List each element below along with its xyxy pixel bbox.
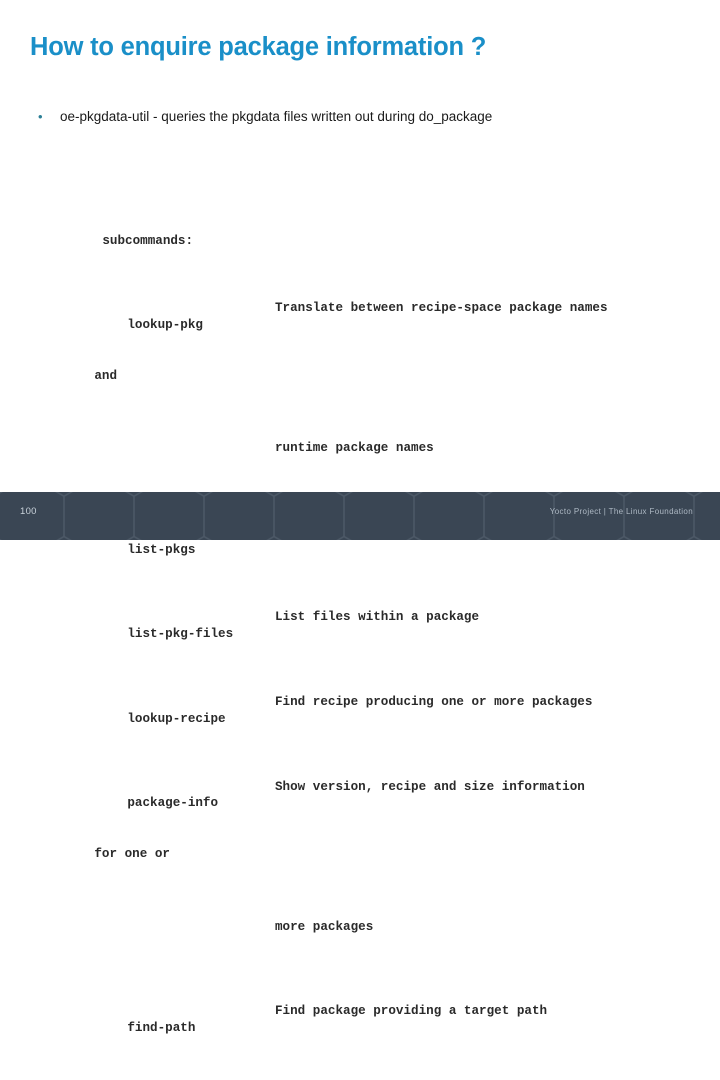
subcommand-continuation-left: and — [94, 368, 118, 383]
help-entry-row: find-path Find package providing a targe… — [57, 1003, 697, 1035]
slide-footer: 100 Yocto Project | The Linux Foundation — [0, 492, 720, 540]
footer-brand-label: Yocto Project | The Linux Foundation — [549, 507, 693, 516]
subcommand-name: list-pkg-files — [127, 627, 234, 642]
subcommand-description: Find package providing a target path — [275, 1004, 548, 1019]
help-entry-continuation-row: for one or — [57, 829, 697, 861]
subcommand-continuation-right: more packages — [275, 919, 374, 934]
hexagon-pattern-icon — [0, 492, 720, 540]
subcommand-name: package-info — [127, 796, 219, 811]
help-spacer — [57, 402, 697, 407]
help-spacer — [57, 880, 697, 885]
subcommand-description: Find recipe producing one or more packag… — [275, 695, 593, 709]
help-output-block: subcommands: lookup-pkg Translate betwee… — [57, 165, 697, 1080]
subcommand-description: List files within a package — [275, 610, 480, 625]
subcommand-name: lookup-recipe — [127, 711, 226, 726]
help-entry-row: package-info Show version, recipe and si… — [57, 779, 697, 811]
subcommand-continuation-left: for one or — [94, 847, 170, 862]
subcommand-description: Translate between recipe-space package n… — [275, 301, 608, 316]
page-title: How to enquire package information ? — [30, 33, 487, 61]
subcommand-name: find-path — [127, 1021, 196, 1036]
subcommand-name: lookup-pkg — [127, 318, 203, 333]
subcommand-continuation-right: runtime package names — [275, 441, 434, 456]
slide: How to enquire package information ? • o… — [0, 0, 720, 1035]
bullet-point-icon: • — [38, 109, 43, 124]
bullet-item-label: oe-pkgdata-util - queries the pkgdata fi… — [60, 109, 493, 124]
help-entry-continuation-row: more packages — [57, 919, 697, 936]
page-number: 100 — [20, 506, 37, 517]
subcommand-description: Show version, recipe and size informatio… — [275, 779, 585, 794]
subcommand-name: list-pkgs — [127, 542, 196, 557]
help-entry-row: lookup-pkg Translate between recipe-spac… — [57, 300, 697, 332]
help-entry-continuation-row: and — [57, 351, 697, 383]
bullet-list-item: • oe-pkgdata-util - queries the pkgdata … — [30, 108, 690, 126]
help-output-header-line: subcommands: — [57, 216, 697, 248]
help-entry-continuation-row: runtime package names — [57, 440, 697, 457]
help-entry-row: lookup-recipe Find recipe producing one … — [57, 694, 697, 726]
subcommands-header: subcommands: — [102, 233, 194, 248]
help-entry-row: list-pkg-files List files within a packa… — [57, 609, 697, 641]
